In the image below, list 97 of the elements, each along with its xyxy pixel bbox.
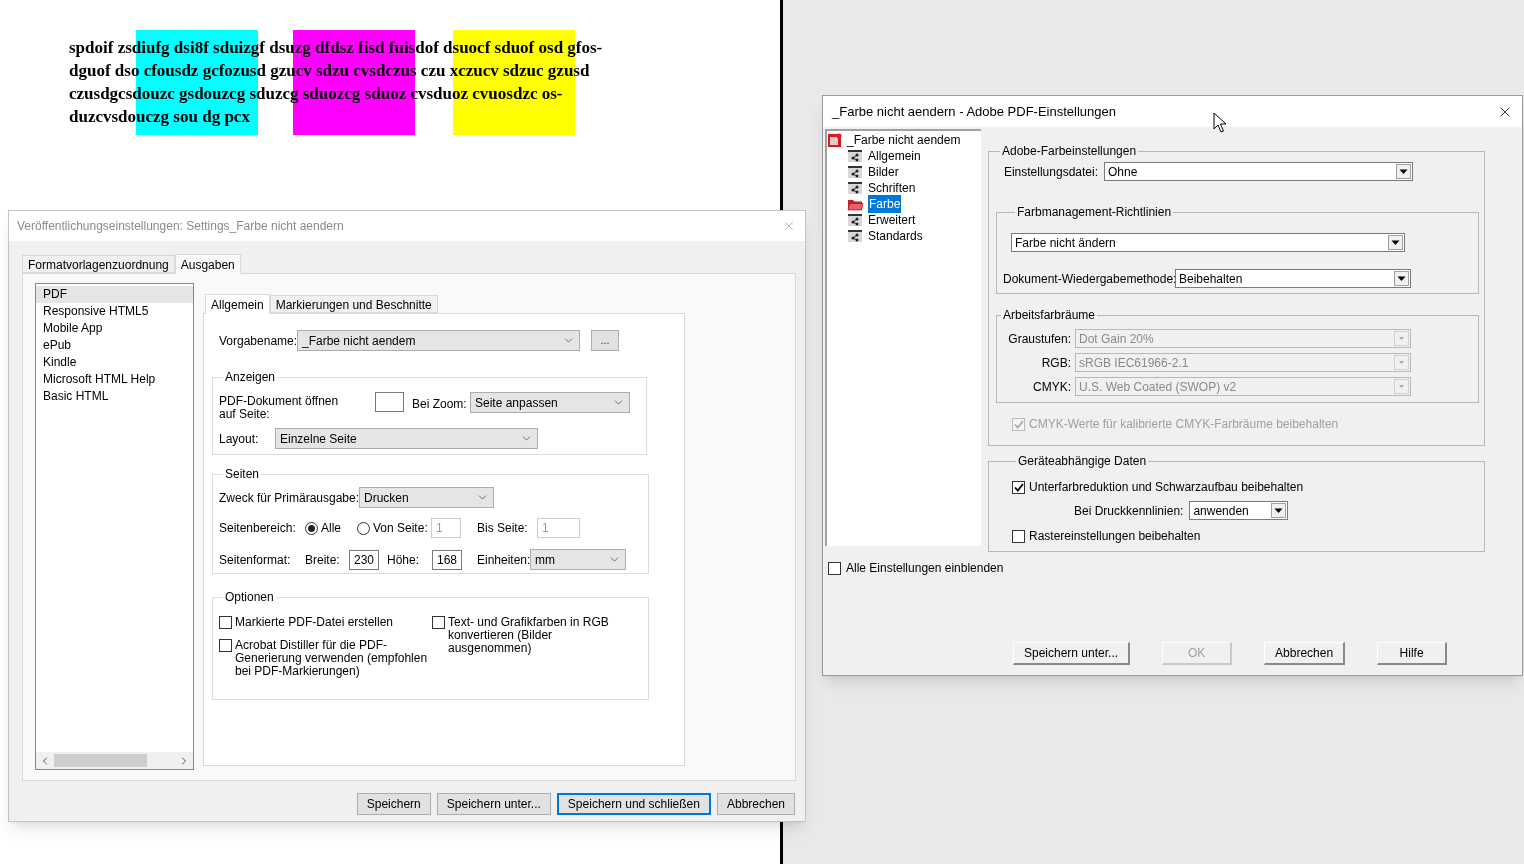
tree-item[interactable]: Farbe bbox=[868, 195, 902, 213]
list-item[interactable]: Mobile App bbox=[36, 320, 193, 337]
folder-icon bbox=[847, 197, 864, 211]
tree-item[interactable]: Erweitert bbox=[867, 211, 917, 229]
checkbox-label: Rastereinstellungen beibehalten bbox=[1029, 528, 1201, 545]
caret-down-icon bbox=[1271, 503, 1287, 518]
tab[interactable]: Ausgaben bbox=[174, 254, 241, 274]
checkbox-label: Alle Einstellungen einblenden bbox=[846, 560, 1004, 577]
field-label: Graustufen: bbox=[1007, 330, 1071, 348]
field-label: Seitenbereich: bbox=[219, 520, 297, 537]
checkbox-label: Unterfarbreduktion und Schwarzaufbau beibehalten bbox=[1029, 479, 1304, 496]
caret-down-icon bbox=[1396, 164, 1411, 179]
dropdown[interactable]: Farbe nicht ändern bbox=[1011, 233, 1405, 252]
caret-down-icon bbox=[1388, 235, 1403, 250]
close-icon bbox=[782, 219, 796, 233]
list-item[interactable]: ePub bbox=[36, 337, 193, 354]
browse-button[interactable]: ... bbox=[591, 330, 619, 351]
caret-down-icon bbox=[1394, 331, 1409, 346]
group-title: Geräteabhängige Daten bbox=[1017, 453, 1148, 470]
list-item[interactable]: PDF bbox=[36, 286, 193, 303]
tree-item[interactable]: Allgemein bbox=[867, 147, 922, 165]
checkbox-label: Markierte PDF-Datei erstellen bbox=[235, 616, 395, 629]
dialog-button[interactable]: Speichern bbox=[356, 793, 431, 815]
field-label: CMYK: bbox=[1032, 378, 1071, 396]
horizontal-scrollbar[interactable] bbox=[36, 752, 193, 769]
checkbox-label: CMYK-Werte für kalibrierte CMYK-Farbräume beibehalten bbox=[1029, 416, 1339, 433]
document-icon bbox=[827, 132, 843, 148]
field-label: RGB: bbox=[1040, 354, 1071, 372]
checkbox[interactable] bbox=[219, 639, 232, 652]
field-label: Einheiten: bbox=[477, 551, 530, 569]
window-title: Veröffentlichungseinstellungen: Settings_Farbe nicht aendern bbox=[17, 218, 344, 235]
checkbox[interactable] bbox=[828, 561, 841, 575]
settings-node-icon bbox=[847, 213, 863, 227]
settings-node-icon bbox=[847, 165, 863, 179]
tab[interactable]: Allgemein bbox=[205, 294, 270, 314]
checkbox[interactable] bbox=[1012, 529, 1025, 543]
field-label: Bis Seite: bbox=[477, 520, 529, 537]
radio-button[interactable] bbox=[357, 521, 370, 535]
settings-node-icon bbox=[847, 181, 863, 195]
dialog-button[interactable]: Speichern unter... bbox=[1013, 642, 1131, 665]
field-label: Alle bbox=[321, 520, 341, 537]
tree-item[interactable]: _Farbe nicht aendem bbox=[847, 131, 961, 149]
field-label: Breite: bbox=[305, 551, 341, 569]
field-label: Zweck für Primärausgabe: bbox=[219, 489, 359, 507]
group-title: Seiten bbox=[224, 466, 261, 483]
list-item[interactable]: Kindle bbox=[36, 354, 193, 371]
checkbox-label: Acrobat Distiller für die PDF-Generierung verwenden (empfohlen bei PDF-Markierungen) bbox=[235, 639, 429, 678]
list-item[interactable]: Responsive HTML5 bbox=[36, 303, 193, 320]
field-label: PDF-Dokument öffnen auf Seite: bbox=[219, 393, 340, 421]
dialog-button[interactable]: Abbrechen bbox=[1264, 642, 1346, 665]
group-title: Adobe-Farbeinstellungen bbox=[1001, 143, 1138, 160]
tab[interactable]: Formatvorlagenzuordnung bbox=[22, 255, 175, 273]
field-label: Von Seite: bbox=[373, 520, 428, 537]
checkbox-label: Text- und Grafikfarben in RGB konvertieren (Bilder ausgenommen) bbox=[448, 616, 610, 655]
list-item[interactable]: Basic HTML bbox=[36, 388, 193, 405]
input-field[interactable]: 230 bbox=[349, 549, 379, 570]
field-label: Vorgabename: bbox=[219, 332, 297, 350]
group-title: Farbmanagement-Richtlinien bbox=[1016, 204, 1173, 221]
field-label: Layout: bbox=[219, 430, 260, 448]
caret-down-icon bbox=[1394, 271, 1409, 286]
field-label: Seitenformat: bbox=[219, 551, 292, 569]
settings-node-icon bbox=[847, 149, 863, 163]
dropdown[interactable]: Ohne bbox=[1104, 162, 1413, 181]
field-label: Bei Zoom: bbox=[412, 396, 468, 413]
dropdown[interactable]: _Farbe nicht aendem bbox=[297, 330, 580, 351]
dialog-button[interactable]: Speichern und schließen bbox=[556, 793, 711, 815]
checkbox[interactable] bbox=[219, 616, 232, 629]
group-title: Arbeitsfarbräume bbox=[1002, 307, 1097, 324]
dropdown[interactable]: Seite anpassen bbox=[470, 392, 630, 413]
field-label: Höhe: bbox=[387, 551, 421, 569]
settings-node-icon bbox=[847, 229, 863, 243]
input-field[interactable] bbox=[375, 392, 404, 412]
tree-item[interactable]: Bilder bbox=[867, 163, 900, 181]
checkbox[interactable] bbox=[1012, 480, 1025, 494]
dialog-button[interactable]: Hilfe bbox=[1377, 642, 1448, 665]
field-label: Einstellungsdatei: bbox=[1002, 163, 1098, 181]
tree-item[interactable]: Schriften bbox=[867, 179, 917, 197]
window-title: _Farbe nicht aendern - Adobe PDF-Einstellungen bbox=[832, 102, 1116, 121]
dialog-button[interactable]: Speichern unter... bbox=[436, 793, 551, 815]
dropdown[interactable]: mm bbox=[530, 549, 626, 570]
tree-item[interactable]: Standards bbox=[867, 227, 924, 245]
tab[interactable]: Markierungen und Beschnitte bbox=[269, 295, 438, 313]
list-item[interactable]: Microsoft HTML Help bbox=[36, 371, 193, 388]
caret-down-icon bbox=[1394, 355, 1409, 370]
dropdown[interactable]: Drucken bbox=[359, 487, 494, 508]
radio-button[interactable] bbox=[305, 521, 318, 535]
dropdown[interactable]: Einzelne Seite bbox=[275, 428, 538, 449]
field-label: Bei Druckkennlinien: bbox=[1074, 502, 1184, 520]
group-title: Optionen bbox=[224, 589, 275, 606]
input-field[interactable]: 168 bbox=[432, 549, 462, 570]
caret-down-icon bbox=[1394, 379, 1409, 394]
dropdown[interactable]: anwenden bbox=[1189, 501, 1289, 520]
field-label: Dokument-Wiedergabemethode: bbox=[1003, 270, 1173, 288]
group-title: Anzeigen bbox=[224, 369, 277, 386]
dialog-button[interactable]: Abbrechen bbox=[716, 793, 795, 815]
dropdown[interactable]: Beibehalten bbox=[1175, 269, 1411, 288]
checkbox[interactable] bbox=[432, 616, 445, 629]
